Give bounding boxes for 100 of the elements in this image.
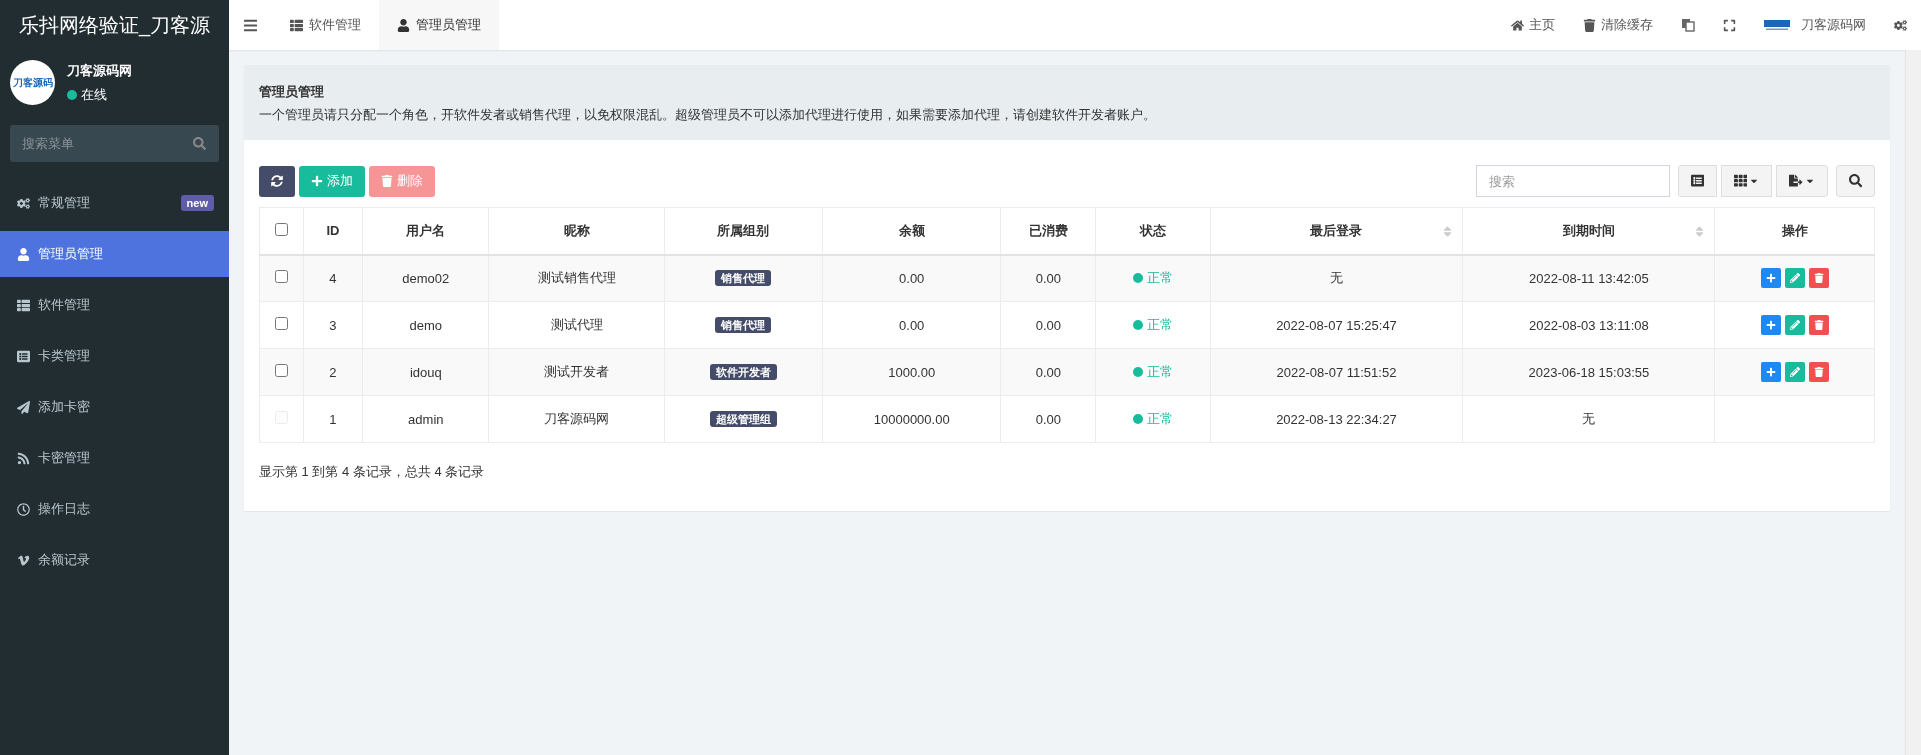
nickname-cell: 测试代理 <box>550 317 603 332</box>
list-icon <box>17 298 30 312</box>
rss-icon <box>17 451 30 465</box>
group-badge: 超级管理组 <box>709 411 777 427</box>
edit-button[interactable] <box>1784 315 1805 335</box>
status-label: 正常 <box>1133 269 1173 288</box>
sidebar-item-label: 卡密管理 <box>38 449 90 467</box>
sidebar-item-label: 卡类管理 <box>38 347 90 365</box>
trash-icon <box>1813 273 1824 284</box>
select-all-checkbox[interactable] <box>274 222 288 236</box>
column-header: 余额 <box>898 222 925 238</box>
sidebar-item-label: 管理员管理 <box>38 245 103 263</box>
status-label: 正常 <box>1133 410 1173 428</box>
user-icon <box>397 18 410 32</box>
status-label: 正常 <box>1133 316 1173 334</box>
spent-cell: 0.00 <box>1035 270 1061 286</box>
add-button[interactable] <box>1760 315 1781 335</box>
pencil-icon <box>1789 273 1800 284</box>
refresh-icon <box>271 175 283 187</box>
trash-icon <box>381 175 393 187</box>
delete-button[interactable] <box>1808 268 1829 289</box>
home-icon <box>1511 18 1524 32</box>
row-checkbox[interactable] <box>274 317 288 330</box>
page-tab[interactable]: 管理员管理 <box>379 0 499 50</box>
add-button[interactable] <box>1760 362 1781 382</box>
sidebar-item-label: 操作日志 <box>38 500 90 518</box>
id-cell: 1 <box>329 411 337 427</box>
top-link[interactable]: 主页 <box>1497 0 1569 50</box>
columns-button[interactable] <box>1721 165 1773 197</box>
username-cell: idouq <box>409 364 442 380</box>
panel-description: 一个管理员请只分配一个角色，开软件发者或销售代理，以免权限混乱。超级管理员不可以添加代理进行使用，如果需要添加代理，请创建软件开发者账户。 <box>259 107 1157 124</box>
column-header: 用户名 <box>406 222 446 238</box>
trash-icon <box>1583 18 1596 32</box>
expires-cell: 2022-08-11 13:42:05 <box>1529 270 1649 286</box>
cogs-icon <box>17 196 30 210</box>
row-checkbox[interactable] <box>274 270 288 284</box>
plus-icon <box>1765 367 1776 377</box>
column-header: 最后登录 <box>1310 222 1363 238</box>
search-icon <box>193 137 206 150</box>
username-cell: demo <box>409 317 443 333</box>
expires-cell: 2023-06-18 15:03:55 <box>1528 364 1650 380</box>
plus-icon <box>1765 273 1776 284</box>
column-header: 状态 <box>1140 222 1166 238</box>
page-tab[interactable]: 软件管理 <box>272 0 379 50</box>
delete-button[interactable] <box>1808 315 1829 335</box>
expires-cell: 2022-08-03 13:11:08 <box>1529 317 1649 333</box>
nickname-cell: 测试开发者 <box>544 364 610 379</box>
top-link[interactable]: 清除缓存 <box>1569 0 1667 50</box>
brand-link[interactable]: 刀客源码网 <box>1801 16 1866 34</box>
group-badge: 软件开发者 <box>709 364 777 380</box>
export-button[interactable] <box>1776 165 1828 197</box>
logo-icon <box>1764 19 1790 31</box>
card-list-icon <box>17 349 30 363</box>
nickname-cell: 刀客源码网 <box>544 411 610 426</box>
avatar-logo: 刀客源码 <box>10 60 55 105</box>
expires-cell: 无 <box>1582 411 1596 426</box>
trash-icon <box>1813 320 1824 330</box>
last-login-cell: 无 <box>1330 270 1343 286</box>
sidebar-item[interactable]: 余额记录 <box>0 537 229 583</box>
username-cell: admin <box>408 411 444 427</box>
sidebar-item-label: 添加卡密 <box>38 398 90 416</box>
add-button[interactable] <box>1760 268 1781 289</box>
status-label: 正常 <box>1133 363 1173 381</box>
balance-cell: 10000000.00 <box>873 411 950 427</box>
sidebar-item[interactable]: 卡密管理 <box>0 435 229 481</box>
sidebar-item-label: 常规管理 <box>38 194 90 212</box>
sidebar-item[interactable]: 添加卡密 <box>0 384 229 430</box>
plus-icon <box>1765 320 1776 330</box>
edit-button[interactable] <box>1784 362 1805 382</box>
sidebar-item[interactable]: 常规管理 new <box>0 180 229 226</box>
balance-cell: 1000.00 <box>888 364 936 380</box>
header-cell[interactable]: 到期时间 <box>1462 207 1715 255</box>
row-checkbox[interactable] <box>274 364 288 377</box>
menu-icon[interactable] <box>243 17 258 33</box>
menu-search-field[interactable]: 搜索菜单 <box>10 125 219 162</box>
refresh-button[interactable] <box>259 165 295 197</box>
new-badge: new <box>180 195 214 211</box>
plus-icon <box>311 175 323 187</box>
vimeo-icon <box>17 553 30 567</box>
export-icon <box>1789 174 1803 188</box>
column-header: 已消费 <box>1028 222 1068 238</box>
sidebar-item[interactable]: 操作日志 <box>0 486 229 532</box>
nickname-cell: 测试销售代理 <box>537 270 616 286</box>
delete-button[interactable] <box>1808 362 1829 382</box>
fullscreen-icon[interactable] <box>1723 18 1736 32</box>
sidebar-item[interactable]: 软件管理 <box>0 282 229 328</box>
id-cell: 3 <box>329 317 337 333</box>
sidebar-item-label: 软件管理 <box>38 296 90 314</box>
last-login-cell: 2022-08-07 15:25:47 <box>1276 317 1397 333</box>
toggle-view-button[interactable] <box>1677 165 1717 197</box>
header-cell[interactable]: 最后登录 <box>1210 207 1463 255</box>
scrollbar[interactable] <box>1905 50 1921 755</box>
search-button[interactable] <box>1835 165 1875 197</box>
sidebar-item[interactable]: 卡类管理 <box>0 333 229 379</box>
user-icon <box>17 247 30 261</box>
settings-icon[interactable] <box>1894 18 1907 32</box>
edit-button[interactable] <box>1784 268 1805 289</box>
search-field[interactable]: 搜索 <box>1475 165 1670 197</box>
last-login-cell: 2022-08-07 11:51:52 <box>1276 364 1397 380</box>
sidebar-item[interactable]: 管理员管理 <box>0 231 229 277</box>
